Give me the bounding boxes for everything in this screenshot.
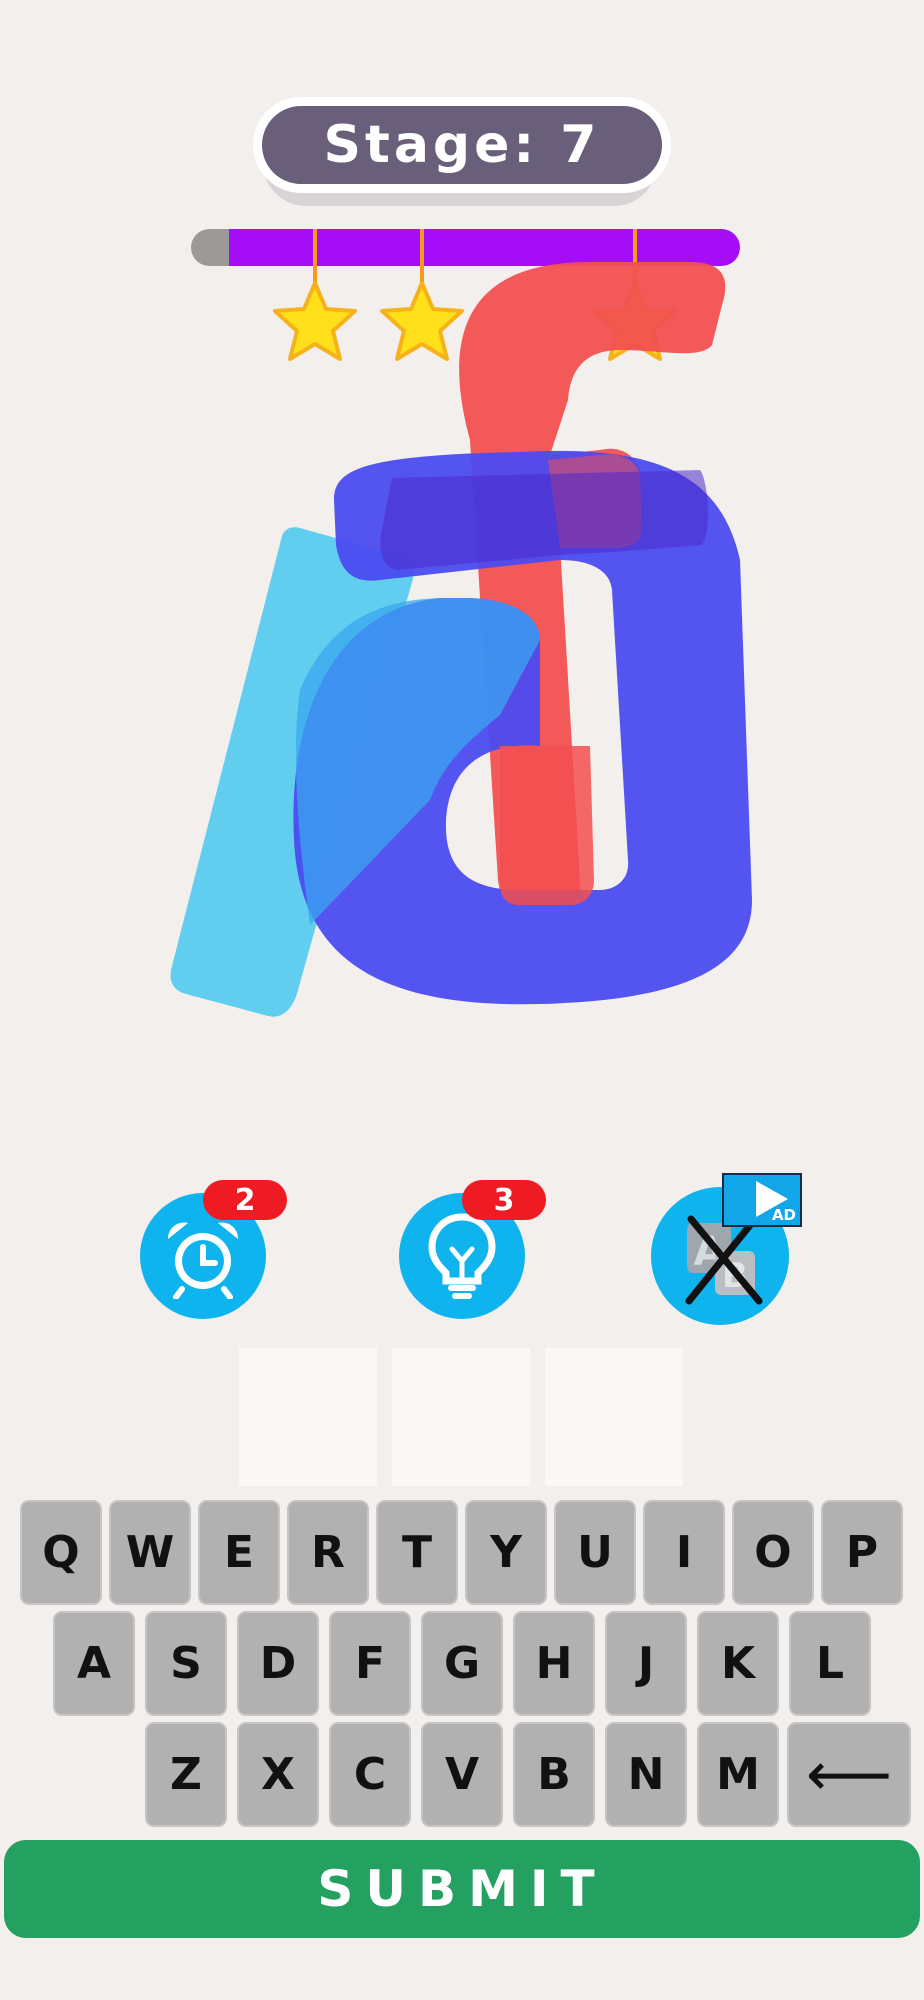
key-a[interactable]: A bbox=[53, 1611, 135, 1716]
lightbulb-icon bbox=[428, 1213, 496, 1299]
key-s[interactable]: S bbox=[145, 1611, 227, 1716]
key-x[interactable]: X bbox=[237, 1722, 319, 1827]
submit-button[interactable]: SUBMIT bbox=[4, 1840, 920, 1938]
ad-label: AD bbox=[771, 1206, 796, 1224]
key-e[interactable]: E bbox=[198, 1500, 280, 1605]
key-q[interactable]: Q bbox=[20, 1500, 102, 1605]
key-t[interactable]: T bbox=[376, 1500, 458, 1605]
key-i[interactable]: I bbox=[643, 1500, 725, 1605]
key-f[interactable]: F bbox=[329, 1611, 411, 1716]
answer-slot-1[interactable] bbox=[239, 1348, 377, 1486]
key-d[interactable]: D bbox=[237, 1611, 319, 1716]
key-y[interactable]: Y bbox=[465, 1500, 547, 1605]
alarm-clock-icon bbox=[167, 1222, 239, 1299]
key-p[interactable]: P bbox=[821, 1500, 903, 1605]
logo-puzzle-image bbox=[170, 262, 752, 1017]
key-n[interactable]: N bbox=[605, 1722, 687, 1827]
watch-ad-badge[interactable]: AD bbox=[722, 1173, 802, 1227]
extra-time-count-badge: 2 bbox=[203, 1180, 287, 1220]
answer-slot-2[interactable] bbox=[392, 1348, 530, 1486]
key-u[interactable]: U bbox=[554, 1500, 636, 1605]
stage-label: Stage: 7 bbox=[253, 97, 671, 193]
key-z[interactable]: Z bbox=[145, 1722, 227, 1827]
backspace-key[interactable]: ⟵ bbox=[787, 1722, 911, 1827]
answer-slot-3[interactable] bbox=[545, 1348, 683, 1486]
key-g[interactable]: G bbox=[421, 1611, 503, 1716]
key-j[interactable]: J bbox=[605, 1611, 687, 1716]
hint-count-badge: 3 bbox=[462, 1180, 546, 1220]
key-o[interactable]: O bbox=[732, 1500, 814, 1605]
key-w[interactable]: W bbox=[109, 1500, 191, 1605]
key-h[interactable]: H bbox=[513, 1611, 595, 1716]
key-l[interactable]: L bbox=[789, 1611, 871, 1716]
key-r[interactable]: R bbox=[287, 1500, 369, 1605]
key-c[interactable]: C bbox=[329, 1722, 411, 1827]
key-k[interactable]: K bbox=[697, 1611, 779, 1716]
key-m[interactable]: M bbox=[697, 1722, 779, 1827]
key-b[interactable]: B bbox=[513, 1722, 595, 1827]
key-v[interactable]: V bbox=[421, 1722, 503, 1827]
